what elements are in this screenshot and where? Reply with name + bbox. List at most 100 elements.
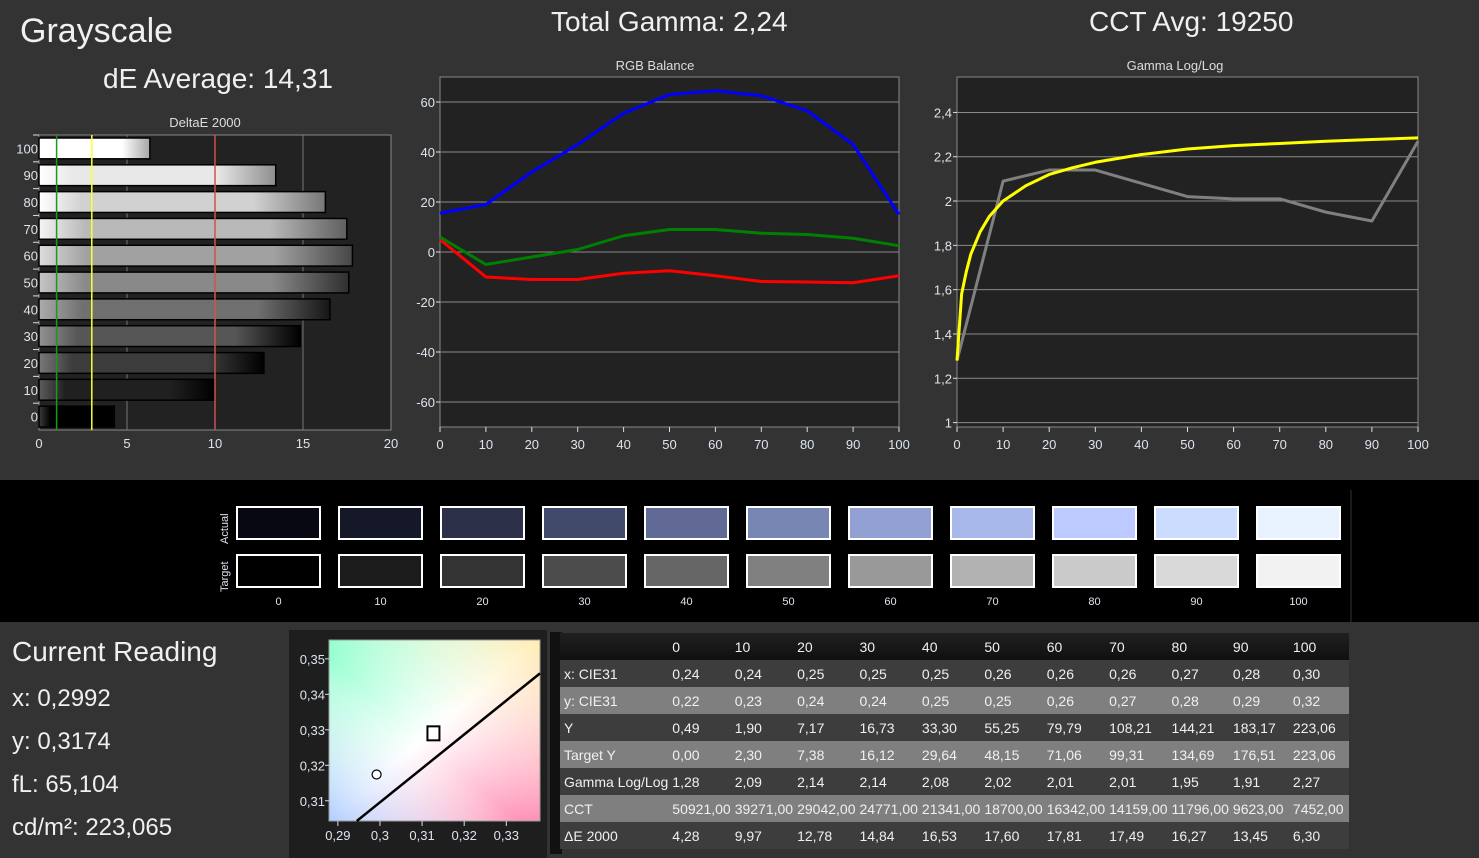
table-cell: 0,30: [1292, 665, 1321, 682]
table-cell: 0,28: [1171, 692, 1199, 709]
gamma-y-tick: 1,2: [934, 371, 952, 386]
cie-xy-chart: 0,29 0,3 0,31 0,32 0,33 0,35 0,34 0,33 0,32 0,31: [300, 639, 541, 843]
deltae-y-tick-80: 80: [24, 195, 38, 210]
table-cell: 2,27: [1292, 773, 1321, 790]
actual-swatch-10: [338, 506, 423, 540]
table-column-header: 70: [1109, 638, 1125, 655]
table-cell: 29,64: [921, 746, 957, 763]
table-cell: 9623,00: [1232, 800, 1284, 817]
total-gamma: Total Gamma: 2,24: [551, 6, 788, 37]
table-row-label: ΔE 2000: [564, 827, 618, 844]
table-column-header: 10: [734, 638, 751, 655]
table-cell: 2,14: [797, 773, 825, 790]
table-cell: 33,30: [921, 719, 957, 736]
table-cell: 0,25: [797, 665, 825, 682]
target-swatch-70: [950, 554, 1035, 588]
table-cell: 0,26: [1046, 665, 1074, 682]
actual-swatch-50: [746, 506, 831, 540]
table-cell: 17,60: [984, 827, 1020, 844]
current-reading-title: Current Reading: [12, 636, 218, 667]
gamma-x-tick: 50: [1180, 437, 1194, 452]
deltae-bar-50: [38, 271, 350, 294]
gamma-x-tick: 70: [1272, 437, 1286, 452]
rgb-balance-x-tick: 70: [754, 437, 768, 452]
rgb-balance-x-tick: 80: [800, 437, 814, 452]
rgb-balance-x-tick: 0: [436, 437, 443, 452]
actual-swatch-90: [1154, 506, 1239, 540]
cie-x-tick: 0,29: [325, 828, 350, 843]
table-row-label: Target Y: [564, 746, 616, 763]
deltae-y-tick-0: 0: [31, 410, 38, 425]
actual-swatch-70: [950, 506, 1035, 540]
deltae-bar-30: [38, 324, 301, 348]
swatch-level-label: 30: [578, 596, 591, 608]
target-swatch-50: [746, 554, 831, 588]
table-cell: 2,14: [859, 773, 887, 790]
table-cell: 0,27: [1109, 692, 1137, 709]
rgb-balance-y-tick: 20: [421, 195, 435, 210]
swatch-level-label: 80: [1088, 596, 1101, 608]
deltae-y-tick-50: 50: [24, 276, 38, 291]
table-cell: 0,25: [921, 692, 950, 709]
deltae-bar-10: [38, 378, 216, 401]
table-cell: 99,31: [1109, 746, 1145, 763]
table-cell: 1,90: [734, 719, 762, 736]
swatch-level-label: 60: [884, 596, 897, 608]
rgb-balance-x-tick: 10: [479, 437, 493, 452]
table-cell: 16,12: [859, 746, 895, 763]
table-cell: 16,73: [859, 719, 895, 736]
table-column-header: 30: [859, 638, 876, 655]
actual-swatch-60: [848, 506, 933, 540]
table-row-label: x: CIE31: [564, 665, 618, 682]
table-cell: 17,81: [1046, 827, 1082, 844]
rgb-balance-x-tick: 60: [708, 437, 722, 452]
table-cell: 0,27: [1171, 665, 1199, 682]
target-swatch-90: [1154, 554, 1239, 588]
table-column-header: 90: [1232, 638, 1249, 655]
target-swatch-80: [1052, 554, 1137, 588]
rgb-balance-y-tick: -20: [416, 295, 435, 310]
table-cell: 9,97: [734, 827, 762, 844]
reading-cdm2: cd/m²: 223,065: [12, 814, 173, 841]
table-cell: 0,28: [1232, 665, 1261, 682]
table-row: ΔE 2000 4,28 9,97 12,78 14,84 16,53 17,60 17,81…: [560, 822, 1349, 849]
gamma-x-tick: 90: [1365, 437, 1379, 452]
table-cell: 48,15: [984, 746, 1020, 763]
table-cell: 14,84: [859, 827, 895, 844]
cie-x-tick: 0,3: [371, 828, 389, 843]
actual-swatch-80: [1052, 506, 1137, 540]
gamma-x-tick: 0: [953, 437, 960, 452]
table-cell: 11796,00: [1171, 800, 1229, 817]
cie-y-tick: 0,31: [300, 794, 325, 809]
table-cell: 12,78: [797, 827, 833, 844]
table-cell: 13,45: [1232, 827, 1268, 844]
gamma-y-tick: 1,4: [934, 327, 952, 342]
table-cell: 39271,00: [734, 800, 794, 817]
table-cell: 0,26: [1046, 692, 1074, 709]
deltae-bar-90: [38, 164, 277, 187]
swatch-panel: Actual Target 0 10 20 30 40 50 60 70 80 90 100: [0, 480, 1479, 622]
deltae-y-tick-30: 30: [24, 329, 38, 344]
target-swatch-40: [644, 554, 729, 588]
table-cell: 108,21: [1109, 719, 1152, 736]
deltae-x-tick: 15: [296, 436, 310, 451]
gamma-x-tick: 10: [996, 437, 1010, 452]
table-row-label: Gamma Log/Log: [564, 773, 669, 790]
table-cell: 0,29: [1232, 692, 1261, 709]
table-cell: 223,06: [1292, 746, 1336, 763]
deltae-y-tick-10: 10: [24, 383, 38, 398]
swatch-level-label: 70: [986, 596, 999, 608]
deltae-x-tick: 5: [123, 436, 130, 451]
actual-swatch-0: [236, 506, 321, 540]
table-cell: 1,28: [672, 773, 700, 790]
swatch-level-label: 0: [275, 596, 282, 608]
table-cell: 223,06: [1292, 719, 1336, 736]
cie-x-tick: 0,32: [452, 828, 477, 843]
table-cell: 2,09: [734, 773, 762, 790]
deltae-bar-60: [38, 244, 354, 267]
section-title: Grayscale: [20, 12, 174, 50]
gamma-y-tick: 1: [945, 416, 952, 431]
deltae-bar-20: [38, 351, 265, 375]
actual-row-label: Actual: [219, 513, 231, 544]
deltae-bar-80: [38, 190, 327, 214]
